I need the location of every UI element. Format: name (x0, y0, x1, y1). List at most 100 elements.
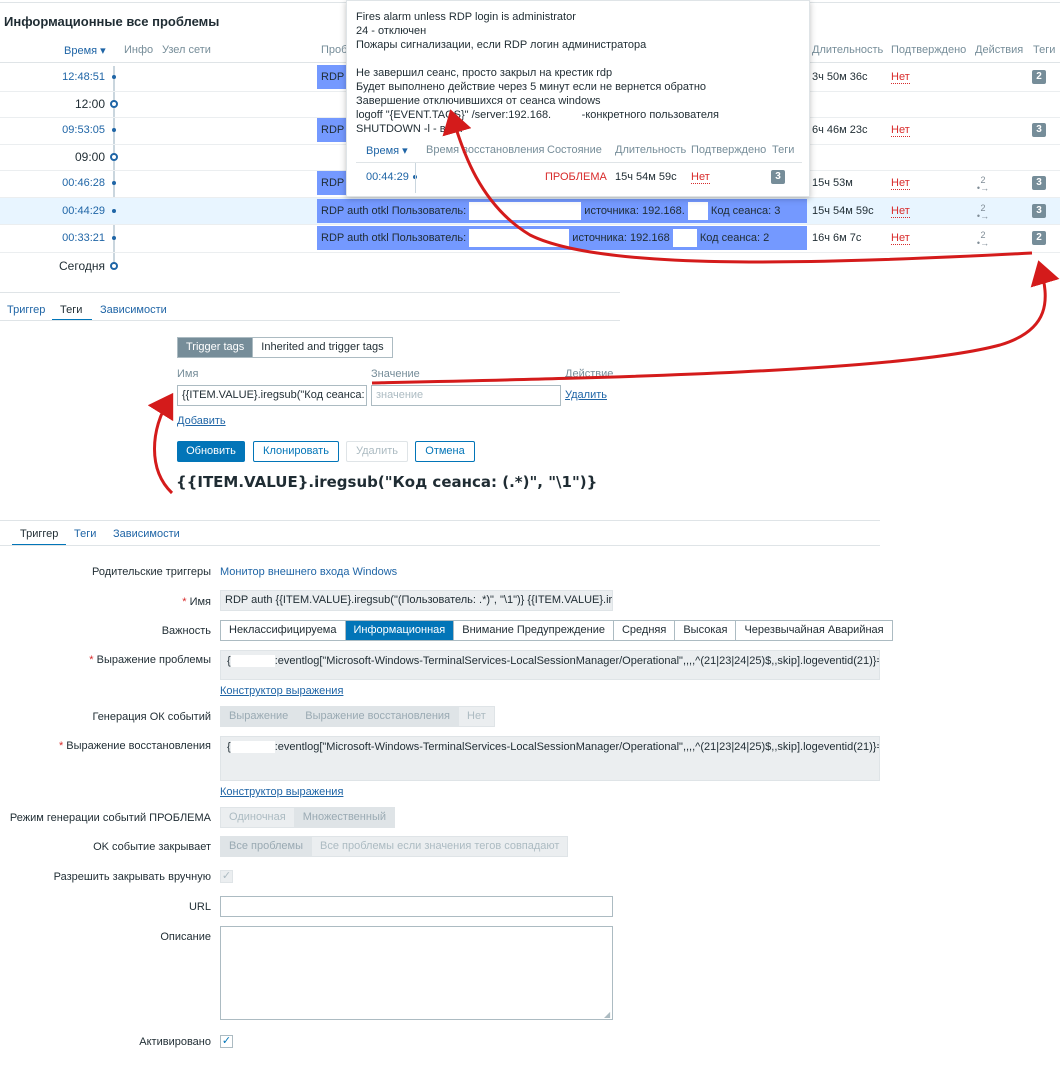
row-time-link[interactable]: 00:33:21 (35, 232, 105, 244)
actions-icon[interactable]: 2 •→ (975, 176, 991, 193)
problem-hint-popup: Fires alarm unless RDP login is administ… (346, 0, 810, 197)
severity-average[interactable]: Средняя (613, 621, 676, 640)
problem-cell[interactable]: RDP (317, 171, 347, 195)
tabs-divider (0, 545, 880, 546)
popup-line: Пожары сигнализации, если RDP логин адми… (356, 39, 647, 51)
actions-icon[interactable]: 2 •→ (975, 231, 991, 248)
tab-dependencies[interactable]: Зависимости (100, 304, 167, 316)
update-button[interactable]: Обновить (177, 441, 245, 462)
actions-icon[interactable]: 2 •→ (975, 203, 991, 221)
row-divider (0, 224, 1060, 225)
severity-disaster[interactable]: Черезвычайная Аварийная (736, 621, 892, 640)
tab-trigger[interactable]: Триггер (7, 304, 45, 316)
severity-information[interactable]: Информационная (345, 621, 455, 640)
popup-col-tags: Теги (772, 144, 795, 156)
ok-generation-label: Генерация ОК событий (92, 711, 211, 723)
ack-link[interactable]: Нет (891, 177, 910, 190)
col-problem-header: Проб (321, 44, 348, 56)
tag-name-header: Имя (177, 368, 199, 380)
popup-tag-count[interactable]: 3 (771, 170, 785, 184)
parent-triggers-label: Родительские триггеры (92, 566, 211, 578)
problem-cell[interactable]: RDP auth otkl Пользователь: источника: 1… (317, 199, 807, 223)
row-time-link[interactable]: 00:46:28 (35, 177, 105, 189)
row-time-link[interactable]: 12:48:51 (35, 71, 105, 83)
expression-constructor-link[interactable]: Конструктор выражения (220, 786, 343, 798)
tag-count[interactable]: 3 (1032, 204, 1046, 218)
ok-close-tag-match: Все проблемы если значения тегов совпада… (312, 837, 568, 856)
recovery-expression-textarea[interactable]: {:eventlog["Microsoft-Windows-TerminalSe… (220, 736, 880, 781)
remove-tag-link[interactable]: Удалить (565, 389, 607, 401)
tag-value-input[interactable]: значение (371, 385, 561, 406)
problem-expression-text: :eventlog["Microsoft-Windows-TerminalSer… (274, 655, 880, 667)
tag-count[interactable]: 2 (1032, 70, 1046, 84)
tag-name-input[interactable]: {{ITEM.VALUE}.iregsub("Код сеанса: ( (177, 385, 367, 406)
ack-link[interactable]: Нет (891, 124, 910, 137)
tag-count[interactable]: 3 (1032, 176, 1046, 190)
popup-row-time[interactable]: 00:44:29 (366, 171, 409, 183)
manual-close-checkbox: ✓ (220, 870, 233, 883)
row-time-link[interactable]: 09:53:05 (35, 124, 105, 136)
parent-trigger-link[interactable]: Монитор внешнего входа Windows (220, 566, 397, 578)
popup-col-recovery: Время восстановления (426, 144, 545, 156)
ack-link[interactable]: Нет (891, 232, 910, 245)
redacted-box (230, 655, 275, 668)
resize-grip-icon[interactable]: ◢ (604, 1011, 610, 1019)
actions-count: 2 (980, 203, 986, 213)
tag-count[interactable]: 3 (1032, 123, 1046, 137)
description-label: Описание (160, 931, 211, 943)
tags-source-toggle[interactable]: Trigger tags Inherited and trigger tags (177, 337, 393, 358)
clone-button[interactable]: Клонировать (253, 441, 339, 462)
tab-tags[interactable]: Теги (60, 304, 82, 316)
severity-not-classified[interactable]: Неклассифицируема (221, 621, 346, 640)
problem-expression-label-text: Выражение проблемы (96, 654, 211, 666)
recovery-expression-label-text: Выражение восстановления (66, 740, 211, 752)
popup-line: Будет выполнено действие через 5 минут е… (356, 81, 707, 93)
name-input[interactable]: RDP auth {{ITEM.VALUE}.iregsub("(Пользов… (220, 590, 613, 611)
col-time-header[interactable]: Время ▾ (64, 44, 106, 57)
description-textarea[interactable] (220, 926, 613, 1020)
timeline-ring (110, 100, 118, 108)
severity-selector[interactable]: Неклассифицируема Информационная Внимани… (220, 620, 893, 641)
severity-warning[interactable]: Внимание Предупреждение (454, 621, 614, 640)
ok-close-selector: Все проблемы Все проблемы если значения … (220, 836, 569, 857)
row-time-link[interactable]: 00:44:29 (35, 205, 105, 217)
popup-description: Fires alarm unless RDP login is administ… (356, 10, 719, 136)
popup-col-time[interactable]: Время ▾ (366, 144, 408, 157)
timeline-dot (112, 128, 116, 132)
ok-close-label: OK событие закрывает (93, 841, 211, 853)
add-tag-link[interactable]: Добавить (177, 415, 226, 427)
tab-trigger[interactable]: Триггер (20, 528, 58, 540)
popup-row-ack[interactable]: Нет (691, 171, 710, 184)
tab-dependencies[interactable]: Зависимости (113, 528, 180, 540)
expression-constructor-link[interactable]: Конструктор выражения (220, 685, 343, 697)
severity-high[interactable]: Высокая (675, 621, 737, 640)
enabled-label: Активировано (139, 1036, 211, 1048)
popup-timeline-line (415, 163, 416, 193)
ack-link[interactable]: Нет (891, 205, 910, 218)
redacted-box (687, 202, 708, 221)
row-divider (0, 252, 1060, 253)
tabs-divider (0, 320, 620, 321)
col-tags-header: Теги (1033, 44, 1056, 56)
popup-line: SHUTDOWN -l - всех (356, 123, 463, 135)
trigger-tags-option[interactable]: Trigger tags (178, 338, 254, 357)
problem-cell[interactable]: RDP auth otkl Пользователь: источника: 1… (317, 226, 807, 250)
enabled-checkbox[interactable]: ✓ (220, 1035, 233, 1048)
redacted-box (672, 229, 697, 248)
recovery-expression-text: :eventlog["Microsoft-Windows-TerminalSer… (274, 741, 880, 753)
ok-close-all: Все проблемы (221, 837, 313, 856)
recovery-expression-label: * Выражение восстановления (1, 740, 211, 752)
problem-expression-textarea[interactable]: {:eventlog["Microsoft-Windows-TerminalSe… (220, 650, 880, 680)
tab-tags[interactable]: Теги (74, 528, 96, 540)
inherited-tags-option[interactable]: Inherited and trigger tags (253, 338, 392, 357)
tag-count[interactable]: 2 (1032, 231, 1046, 245)
popup-line: Не завершил сеанс, просто закрыл на крес… (356, 67, 613, 79)
ack-link[interactable]: Нет (891, 71, 910, 84)
url-input[interactable] (220, 896, 613, 917)
event-mode-selector: Одиночная Множественный (220, 807, 396, 828)
problem-cell[interactable]: RDP (317, 65, 347, 89)
problem-expression-label: * Выражение проблемы (1, 654, 211, 666)
problem-cell[interactable]: RDP (317, 118, 347, 142)
cancel-button[interactable]: Отмена (415, 441, 475, 462)
timeline-dot (112, 75, 116, 79)
